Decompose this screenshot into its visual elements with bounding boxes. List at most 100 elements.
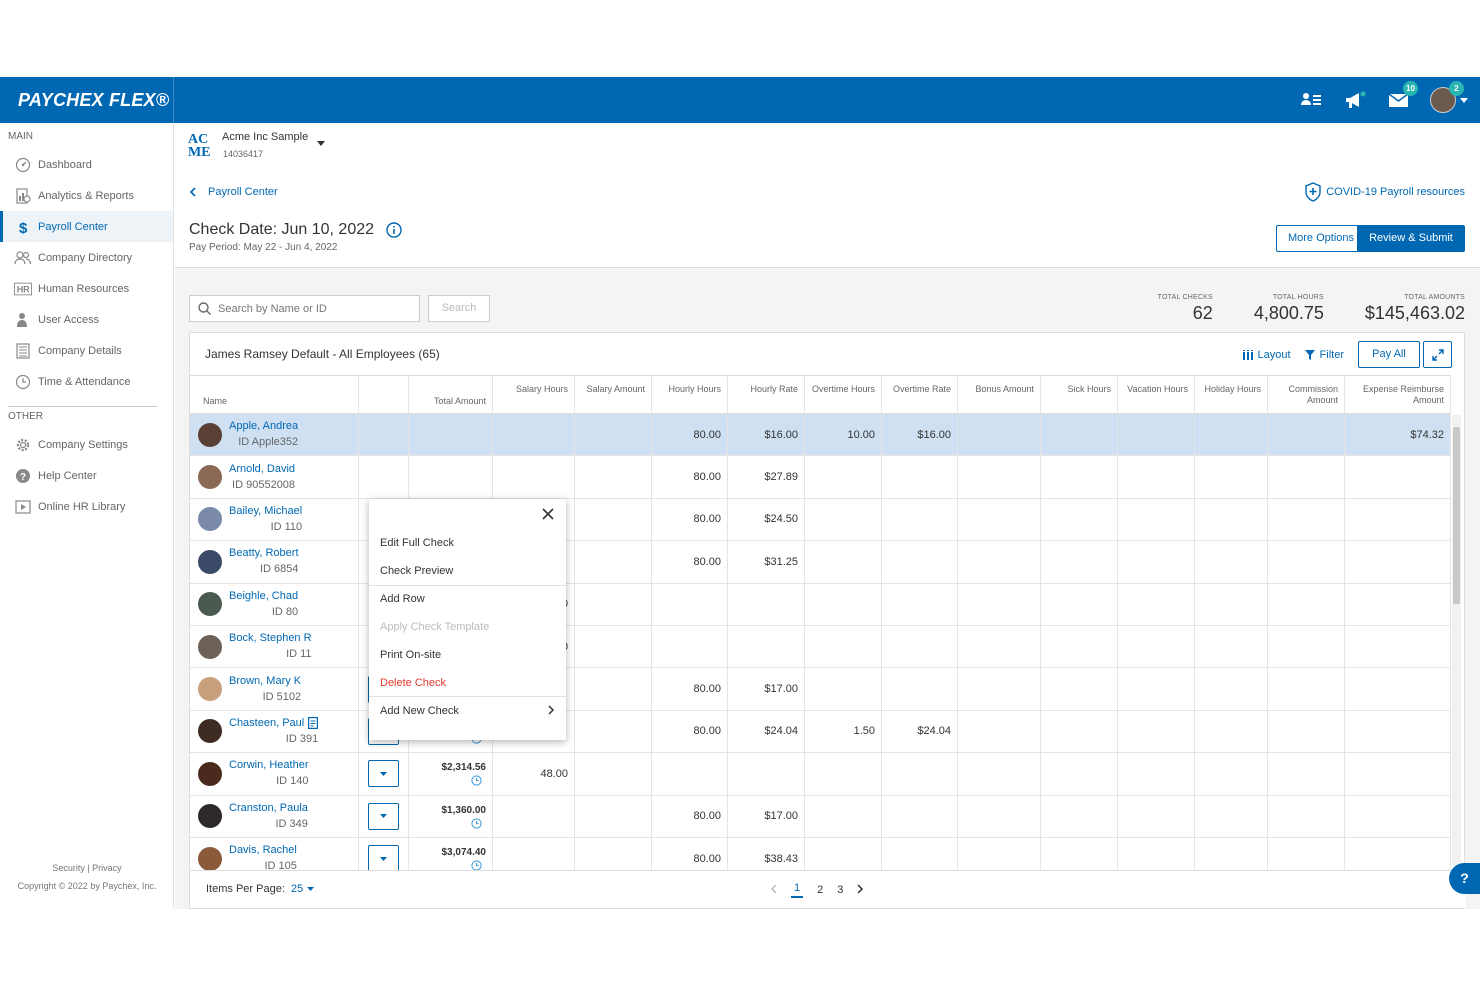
column-header[interactable]: Bonus Amount — [958, 376, 1041, 413]
table-cell[interactable]: 80.00 — [652, 498, 728, 541]
menu-item-edit-full-check[interactable]: Edit Full Check — [380, 537, 454, 549]
employee-name-link[interactable]: Beatty, Robert — [229, 546, 299, 561]
table-cell[interactable] — [882, 456, 958, 498]
employee-name-link[interactable]: Davis, Rachel — [229, 843, 297, 858]
mail-icon[interactable]: 10 — [1386, 81, 1418, 113]
expand-button[interactable] — [1423, 341, 1452, 368]
employee-name-link[interactable]: Beighle, Chad — [229, 589, 298, 604]
people-list-icon[interactable] — [1298, 87, 1324, 113]
table-cell[interactable] — [1118, 710, 1195, 753]
table-cell[interactable]: $31.25 — [728, 541, 805, 583]
table-cell[interactable] — [1195, 710, 1268, 753]
menu-item-add-row[interactable]: Add Row — [380, 593, 425, 605]
company-name[interactable]: Acme Inc Sample — [222, 131, 308, 143]
table-cell[interactable]: 80.00 — [652, 456, 728, 498]
user-avatar-menu[interactable]: 2 — [1430, 81, 1468, 113]
table-cell[interactable] — [1268, 795, 1345, 837]
table-cell[interactable] — [1268, 625, 1345, 668]
table-cell[interactable] — [805, 625, 882, 668]
table-cell[interactable] — [493, 456, 575, 498]
employee-name-link[interactable]: Chasteen, Paul — [229, 716, 319, 731]
table-cell[interactable] — [1195, 541, 1268, 583]
table-cell[interactable] — [805, 668, 882, 710]
sidebar-item-company-directory[interactable]: Company Directory — [0, 242, 173, 273]
table-cell[interactable] — [493, 795, 575, 837]
column-header[interactable]: Sick Hours — [1041, 376, 1118, 413]
security-privacy-links[interactable]: Security | Privacy — [0, 859, 174, 877]
column-header[interactable]: Overtime Rate — [882, 376, 958, 413]
column-header[interactable]: Total Amount — [409, 376, 493, 413]
table-cell[interactable] — [882, 795, 958, 837]
search-input[interactable]: Search by Name or ID — [189, 295, 420, 322]
table-cell[interactable] — [1041, 583, 1118, 625]
table-cell[interactable]: $17.00 — [728, 795, 805, 837]
table-cell[interactable] — [575, 795, 652, 837]
table-row[interactable]: Arnold, David ID 90552008 80.00 $27.89 — [190, 456, 1451, 499]
table-cell[interactable] — [1195, 498, 1268, 541]
table-cell[interactable] — [882, 583, 958, 625]
employee-name-link[interactable]: Corwin, Heather — [229, 758, 308, 773]
close-icon[interactable] — [541, 507, 555, 521]
page-3[interactable]: 3 — [837, 884, 843, 896]
table-cell[interactable] — [1345, 498, 1451, 541]
menu-item-add-new-check[interactable]: Add New Check — [380, 705, 555, 718]
table-cell[interactable] — [1268, 498, 1345, 541]
table-cell[interactable] — [1118, 456, 1195, 498]
table-cell[interactable]: 80.00 — [652, 710, 728, 753]
table-cell[interactable]: 80.00 — [652, 541, 728, 583]
table-cell[interactable]: 80.00 — [652, 414, 728, 456]
employee-name-link[interactable]: Brown, Mary K — [229, 674, 301, 689]
table-cell[interactable] — [805, 753, 882, 795]
employee-name-link[interactable]: Bailey, Michael — [229, 504, 302, 519]
table-cell[interactable] — [575, 583, 652, 625]
employee-name-link[interactable]: Apple, Andrea — [229, 419, 298, 434]
table-cell[interactable] — [1345, 456, 1451, 498]
sidebar-item-human-resources[interactable]: HR Human Resources — [0, 273, 173, 304]
table-cell[interactable] — [575, 710, 652, 753]
sidebar-item-payroll-center[interactable]: $ Payroll Center — [0, 211, 173, 242]
table-cell[interactable] — [1041, 710, 1118, 753]
table-cell[interactable] — [1195, 625, 1268, 668]
table-row[interactable]: Cranston, Paula ID 349 $1,360.00 80.00 $17.0… — [190, 795, 1451, 838]
table-cell[interactable] — [882, 668, 958, 710]
covid-resources-link[interactable]: COVID-19 Payroll resources — [1304, 182, 1465, 202]
megaphone-icon[interactable] — [1342, 87, 1368, 113]
table-cell[interactable] — [958, 498, 1041, 541]
table-cell[interactable] — [575, 753, 652, 795]
row-action-dropdown[interactable] — [368, 760, 399, 788]
column-header[interactable]: Hourly Hours — [652, 376, 728, 413]
chevron-left-icon[interactable] — [770, 883, 777, 897]
table-cell[interactable] — [1195, 795, 1268, 837]
sidebar-item-dashboard[interactable]: Dashboard — [0, 149, 173, 180]
table-cell[interactable] — [1041, 753, 1118, 795]
table-cell[interactable] — [1195, 414, 1268, 456]
table-cell[interactable] — [1118, 541, 1195, 583]
page-2[interactable]: 2 — [817, 884, 823, 896]
filter-button[interactable]: Filter — [1304, 349, 1344, 361]
table-cell[interactable] — [805, 583, 882, 625]
table-cell[interactable]: $27.89 — [728, 456, 805, 498]
table-scrollbar[interactable] — [1452, 415, 1461, 865]
table-cell[interactable] — [1345, 710, 1451, 753]
table-cell[interactable] — [1195, 456, 1268, 498]
layout-button[interactable]: Layout — [1242, 349, 1291, 361]
table-cell[interactable] — [1268, 753, 1345, 795]
table-cell[interactable] — [1041, 795, 1118, 837]
table-row[interactable]: Apple, Andrea ID Apple352 80.00 $16.00 10.00… — [190, 414, 1451, 457]
table-cell[interactable] — [1041, 498, 1118, 541]
table-cell[interactable]: $17.00 — [728, 668, 805, 710]
table-cell[interactable] — [493, 414, 575, 456]
chevron-right-icon[interactable] — [857, 883, 864, 897]
review-submit-button[interactable]: Review & Submit — [1357, 225, 1465, 252]
brand-logo[interactable]: PAYCHEX FLEX® — [0, 77, 174, 123]
table-cell[interactable] — [805, 498, 882, 541]
column-header[interactable]: Salary Hours — [493, 376, 575, 413]
table-cell[interactable] — [1041, 456, 1118, 498]
table-cell[interactable] — [1118, 414, 1195, 456]
sidebar-item-time-attendance[interactable]: Time & Attendance — [0, 366, 173, 397]
table-cell[interactable] — [728, 753, 805, 795]
table-cell[interactable] — [652, 753, 728, 795]
table-cell[interactable] — [1195, 583, 1268, 625]
column-header[interactable]: Salary Amount — [575, 376, 652, 413]
sidebar-item-company-settings[interactable]: Company Settings — [0, 429, 173, 460]
